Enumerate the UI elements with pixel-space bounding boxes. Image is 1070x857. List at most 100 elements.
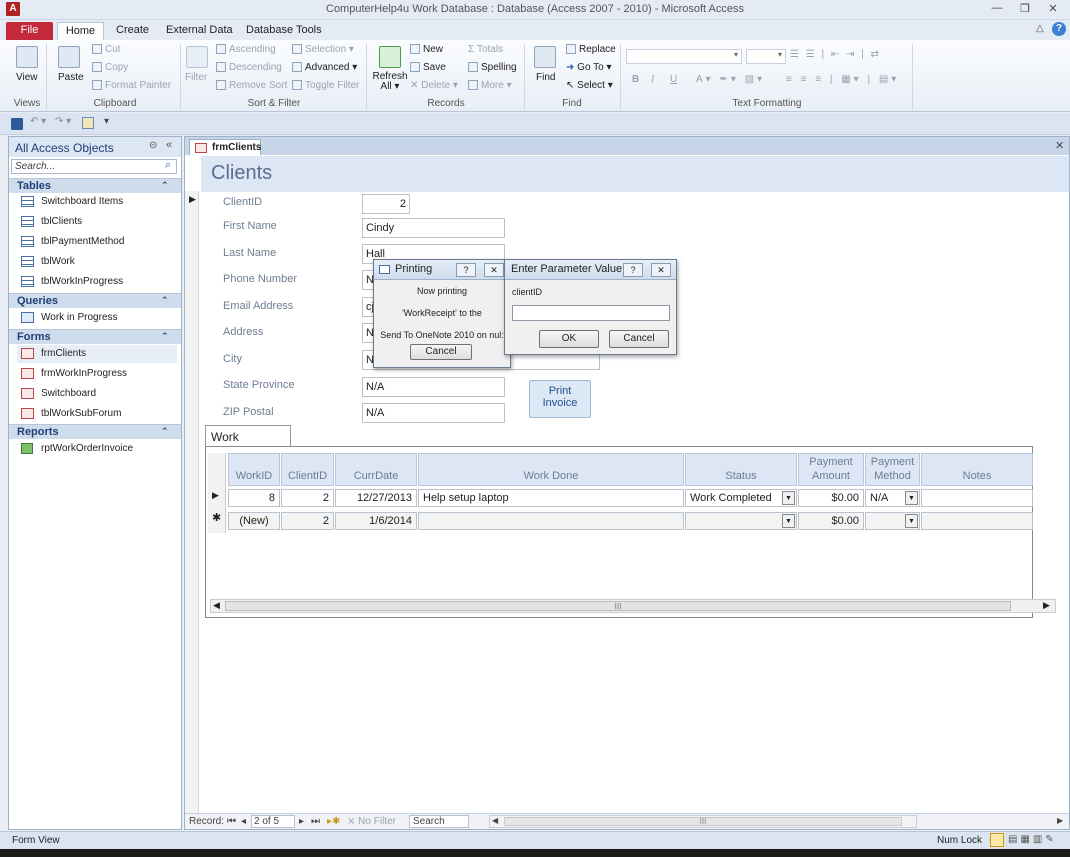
new-record-asterisk-icon[interactable]: ✱ (212, 511, 221, 524)
select-button[interactable]: ↖ Select ▾ (566, 80, 613, 91)
cell-payment-amount[interactable]: $0.00 (798, 489, 864, 507)
nav-item-work-in-progress[interactable]: Work in Progress (17, 309, 177, 327)
tab-file[interactable]: File (6, 22, 53, 40)
cell-notes-new[interactable] (921, 512, 1033, 530)
refresh-all-button[interactable]: Refresh All ▾ (372, 72, 408, 92)
scroll-thumb[interactable]: III (225, 601, 1011, 611)
work-invoices-tab[interactable]: Work Invoices (205, 425, 291, 458)
help-icon[interactable]: ? (456, 263, 476, 277)
close-document-icon[interactable]: ✕ (1055, 139, 1064, 152)
spelling-button[interactable]: Spelling (468, 62, 517, 73)
cell-status[interactable]: Work Completed ▼ (685, 489, 797, 507)
column-header-status[interactable]: Status (685, 453, 797, 486)
column-header-work-done[interactable]: Work Done (418, 453, 684, 486)
paste-button[interactable]: Paste (58, 72, 84, 83)
nav-item-switchboard[interactable]: Switchboard (17, 385, 177, 403)
copy-button[interactable]: Copy (92, 62, 128, 73)
cell-payment-amount-new[interactable]: $0.00 (798, 512, 864, 530)
no-filter-button[interactable]: ⨯ No Filter (347, 816, 396, 827)
printing-dialog-title-bar[interactable]: Printing ? ✕ (374, 260, 510, 280)
replace-button[interactable]: Replace (566, 44, 616, 55)
parameter-value-input[interactable] (512, 305, 670, 321)
nav-item-switchboard-items[interactable]: Switchboard Items (17, 193, 177, 211)
scroll-left-icon[interactable]: ◀ (213, 600, 220, 611)
printing-cancel-button[interactable]: Cancel (410, 344, 472, 360)
nav-search-input[interactable]: Search... (11, 159, 177, 174)
column-header-clientid[interactable]: ClientID (281, 453, 334, 486)
more-button[interactable]: More ▾ (468, 80, 512, 91)
view-icon[interactable] (16, 46, 38, 68)
italic-button[interactable]: I (651, 74, 654, 85)
save-icon[interactable] (11, 118, 23, 130)
tab-database-tools[interactable]: Database Tools (236, 22, 332, 40)
nav-item-tblpaymentmethod[interactable]: tblPaymentMethod (17, 233, 177, 251)
dropdown-arrow-icon[interactable]: ▼ (905, 491, 918, 505)
first-name-field[interactable]: Cindy (362, 218, 505, 238)
advanced-button[interactable]: Advanced ▾ (292, 62, 357, 73)
cut-button[interactable]: Cut (92, 44, 121, 55)
format-painter-button[interactable]: Format Painter (92, 80, 171, 91)
zip-postal-field[interactable]: N/A (362, 403, 505, 423)
column-header-workid[interactable]: WorkID (228, 453, 280, 486)
nav-item-tblclients[interactable]: tblClients (17, 213, 177, 231)
scroll-thumb[interactable]: III (504, 817, 902, 826)
tab-create[interactable]: Create (106, 22, 159, 40)
quick-print-icon[interactable] (82, 117, 94, 129)
close-icon[interactable]: ✕ (651, 263, 671, 277)
scroll-left-icon[interactable]: ◀ (492, 816, 498, 825)
cell-payment-method[interactable]: N/A ▼ (865, 489, 920, 507)
column-header-currdate[interactable]: CurrDate (335, 453, 417, 486)
nav-group-queries[interactable]: Queries ⌃ (9, 293, 181, 308)
form-view-icon[interactable] (990, 833, 1004, 847)
filter-icon[interactable] (186, 46, 208, 68)
nav-item-frmclients[interactable]: frmClients (17, 345, 177, 363)
cell-status-new[interactable]: ▼ (685, 512, 797, 530)
document-tab-frmclients[interactable]: frmClients (189, 139, 261, 155)
form-horizontal-scrollbar[interactable]: ◀ III (489, 815, 917, 828)
paste-icon[interactable] (58, 46, 80, 68)
cell-currdate-new[interactable]: 1/6/2014 (335, 512, 417, 530)
cell-clientid-new[interactable]: 2 (281, 512, 334, 530)
column-header-payment-method[interactable]: Payment Method (865, 453, 920, 486)
find-button[interactable]: Find (536, 72, 555, 83)
collapse-icon[interactable]: ⌃ (161, 331, 169, 342)
cell-workid[interactable]: 8 (228, 489, 280, 507)
nav-item-tblwork[interactable]: tblWork (17, 253, 177, 271)
toggle-filter-button[interactable]: Toggle Filter (292, 80, 359, 91)
shutter-bar-icon[interactable]: « (166, 139, 172, 151)
refresh-icon[interactable] (379, 46, 401, 68)
collapse-icon[interactable]: ⌃ (161, 180, 169, 191)
filter-button[interactable]: Filter (185, 72, 207, 83)
scroll-right-icon[interactable]: ▶ (1043, 600, 1050, 611)
remove-sort-button[interactable]: Remove Sort (216, 80, 287, 91)
close-icon[interactable]: ✕ (484, 263, 504, 277)
nav-pane-title[interactable]: All Access Objects ⊝ « (9, 137, 181, 157)
cell-currdate[interactable]: 12/27/2013 (335, 489, 417, 507)
font-name-dropdown[interactable]: ▾ (626, 49, 742, 64)
record-position-field[interactable]: 2 of 5 (251, 815, 295, 828)
font-size-dropdown[interactable]: ▾ (746, 49, 786, 64)
record-search-input[interactable]: Search (409, 815, 469, 828)
parameter-dialog-title-bar[interactable]: Enter Parameter Value ? ✕ (505, 260, 676, 280)
column-header-payment-amount[interactable]: Payment Amount (798, 453, 864, 486)
list-buttons[interactable]: ☰ ☰ | ⇤ ⇥ | ⇄ (790, 49, 881, 60)
subform-horizontal-scrollbar[interactable]: ◀ III ▶ (210, 599, 1056, 613)
help-icon[interactable]: ? (623, 263, 643, 277)
collapse-icon[interactable]: ⌃ (161, 426, 169, 437)
restore-icon[interactable]: ❐ (1014, 2, 1036, 16)
underline-button[interactable]: U (670, 74, 677, 85)
new-record-button[interactable]: New (410, 44, 443, 55)
dropdown-arrow-icon[interactable]: ▼ (782, 491, 795, 505)
tab-home[interactable]: Home (57, 22, 104, 40)
record-selector[interactable]: ▶ (185, 191, 199, 813)
print-invoice-button[interactable]: Print Invoice (529, 380, 591, 418)
nav-group-reports[interactable]: Reports ⌃ (9, 424, 181, 439)
customize-toolbar-icon[interactable]: ▾ (104, 116, 109, 127)
dropdown-arrow-icon[interactable]: ▼ (905, 514, 918, 528)
state-province-field[interactable]: N/A (362, 377, 505, 397)
collapse-icon[interactable]: ⌃ (161, 295, 169, 306)
descending-button[interactable]: Descending (216, 62, 282, 73)
cell-notes[interactable] (921, 489, 1033, 507)
minimize-icon[interactable]: ― (986, 2, 1008, 16)
parameter-ok-button[interactable]: OK (539, 330, 599, 348)
